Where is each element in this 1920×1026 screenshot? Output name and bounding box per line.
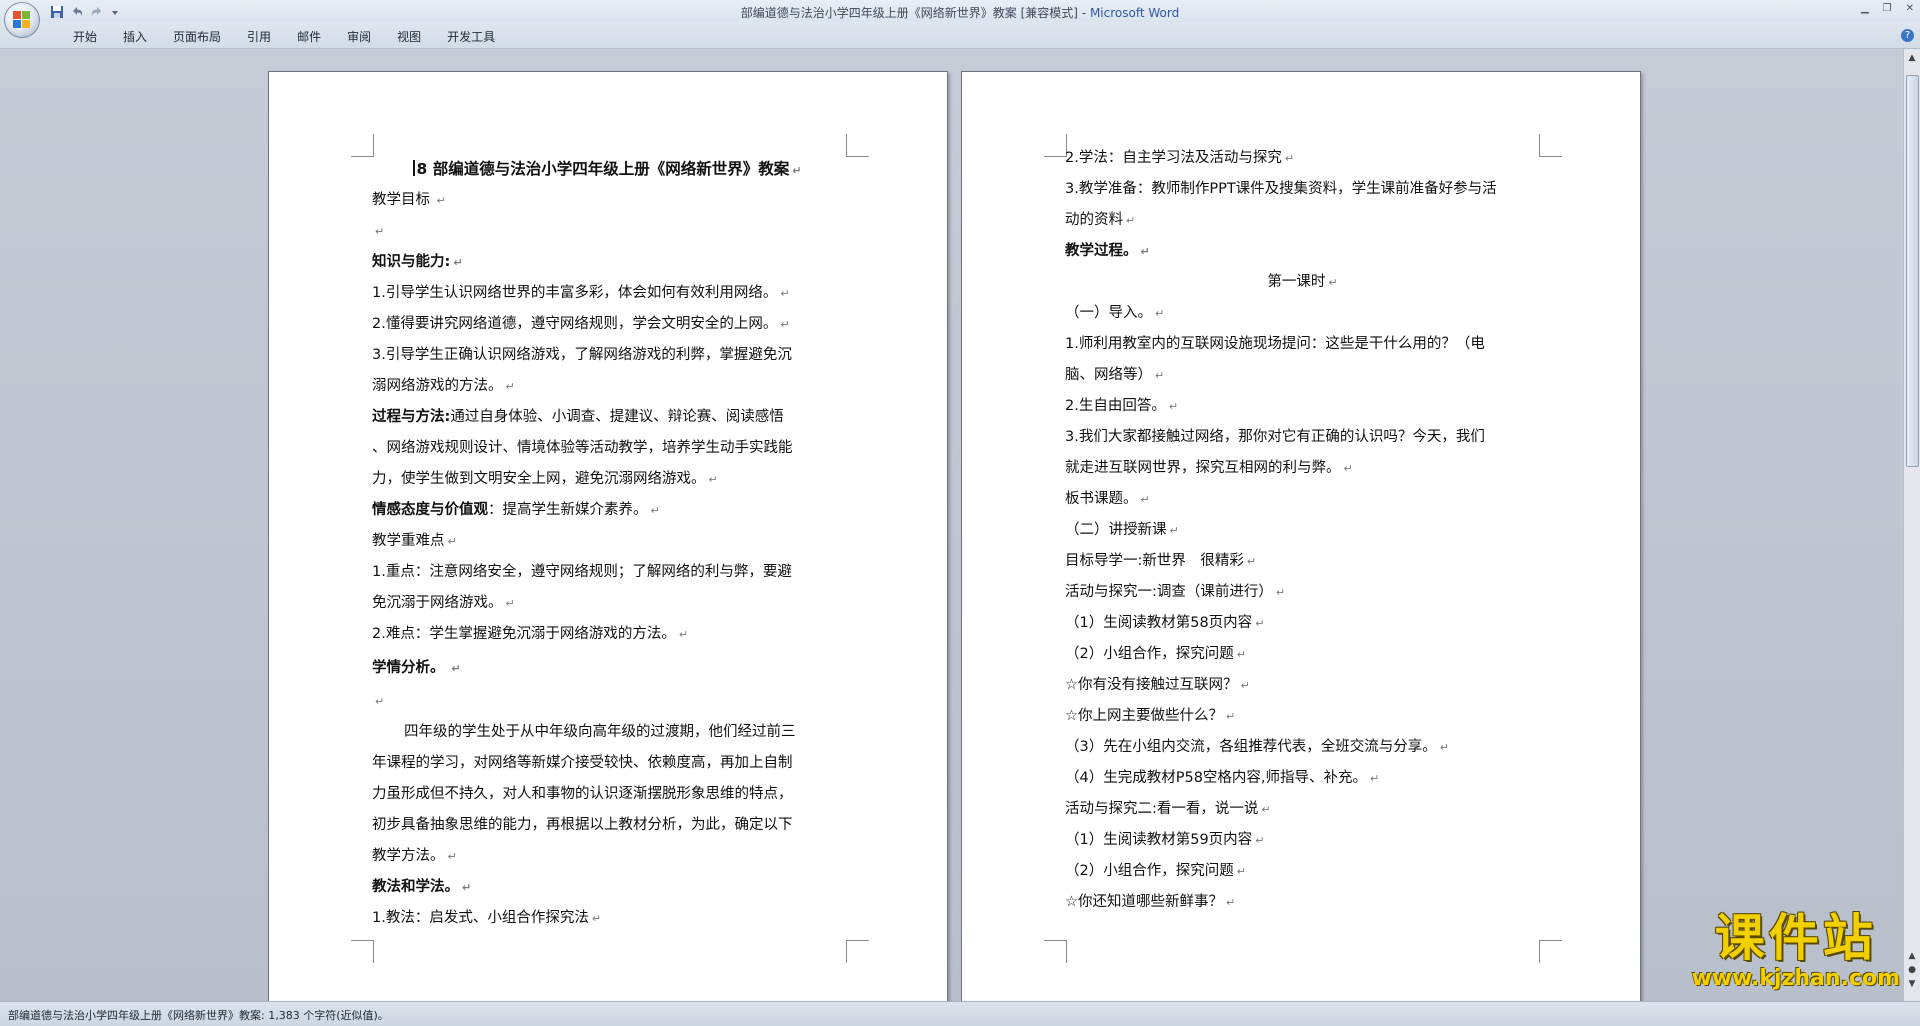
- paragraph: 四年级的学生处于从中年级向高年级的过渡期，他们经过前三: [404, 724, 796, 740]
- paragraph: （二）讲授新课 ↵: [1065, 522, 1179, 538]
- crop-mark: [1044, 940, 1067, 963]
- paragraph: 教学重难点 ↵: [372, 533, 457, 549]
- window-title-sep: -: [1077, 6, 1090, 20]
- paragraph: 活动与探究一:调查（课前进行） ↵: [1065, 584, 1286, 600]
- page-1-content: 8 部编道德与法治小学四年级上册《网络新世界》教案 ↵ 教学目标 ↵ ↵ 知识与能…: [372, 154, 842, 934]
- paragraph: （4）生完成教材P58空格内容,师指导、补充。 ↵: [1065, 770, 1380, 786]
- paragraph: 知识与能力: ↵: [372, 254, 463, 270]
- restore-icon[interactable]: ❐: [1883, 3, 1892, 14]
- office-logo-icon: [13, 11, 31, 29]
- tab-page-layout[interactable]: 页面布局: [160, 28, 234, 45]
- paragraph: 教学方法。 ↵: [372, 848, 457, 864]
- title-number: 8: [416, 160, 428, 178]
- tab-developer[interactable]: 开发工具: [434, 28, 508, 45]
- paragraph: 3.引导学生正确认识网络游戏，了解网络游戏的利弊，掌握避免沉: [372, 347, 792, 363]
- crop-mark: [351, 134, 374, 157]
- office-button[interactable]: [4, 2, 40, 38]
- help-icon[interactable]: ?: [1901, 29, 1914, 42]
- watermark-url: www.kjzhan.com: [1691, 966, 1900, 991]
- paragraph: （2）小组合作，探究问题 ↵: [1065, 863, 1246, 879]
- paragraph: 活动与探究二:看一看，说一说 ↵: [1065, 801, 1271, 817]
- tab-view[interactable]: 视图: [384, 28, 434, 45]
- crop-mark: [1539, 134, 1562, 157]
- paragraph: 2.懂得要讲究网络道德，遵守网络规则，学会文明安全的上网。 ↵: [372, 316, 790, 332]
- paragraph: 教学目标 ↵: [372, 192, 446, 208]
- paragraph: 溺网络游戏的方法。 ↵: [372, 378, 515, 394]
- paragraph: 1.师利用教室内的互联网设施现场提问：这些是干什么用的？（电: [1065, 336, 1485, 352]
- status-text: 部编道德与法治小学四年级上册《网络新世界》教案: 1,383 个字符(近似值)。: [8, 1009, 389, 1022]
- paragraph: ↵: [375, 695, 385, 708]
- paragraph: 3.教学准备：教师制作PPT课件及搜集资料，学生课前准备好参与活: [1065, 181, 1497, 197]
- tab-references[interactable]: 引用: [234, 28, 284, 45]
- paragraph: 1.重点：注意网络安全，遵守网络规则；了解网络的利与弊，要避: [372, 564, 792, 580]
- paragraph: 3.我们大家都接触过网络，那你对它有正确的认识吗？今天，我们: [1065, 429, 1485, 445]
- paragraph: 板书课题。 ↵: [1065, 491, 1150, 507]
- paragraph: （3）先在小组内交流，各组推荐代表，全班交流与分享。 ↵: [1065, 739, 1449, 755]
- crop-mark: [1539, 940, 1562, 963]
- paragraph: 免沉溺于网络游戏。 ↵: [372, 595, 515, 611]
- paragraph: （1）生阅读教材第59页内容 ↵: [1065, 832, 1265, 848]
- vertical-scrollbar[interactable]: ▲ ▲ ● ▼: [1903, 49, 1920, 1001]
- paragraph: 、网络游戏规则设计、情境体验等活动教学，培养学生动手实践能: [372, 440, 793, 456]
- paragraph: ☆你上网主要做些什么？ ↵: [1065, 708, 1236, 724]
- window-controls: ▁ ❐ ✕: [1861, 3, 1914, 14]
- scroll-up-icon[interactable]: ▲: [1907, 53, 1917, 63]
- document-page-1[interactable]: 8 部编道德与法治小学四年级上册《网络新世界》教案 ↵ 教学目标 ↵ ↵ 知识与能…: [268, 71, 948, 1001]
- paragraph: ☆你还知道哪些新鲜事？ ↵: [1065, 894, 1236, 910]
- crop-mark: [846, 940, 869, 963]
- paragraph: 就走进互联网世界，探究互相网的利与弊。 ↵: [1065, 460, 1353, 476]
- paragraph: 2.难点：学生掌握避免沉溺于网络游戏的方法。 ↵: [372, 626, 689, 642]
- watermark-title: 课件站: [1714, 909, 1877, 967]
- crop-mark: [351, 940, 374, 963]
- tab-mailings[interactable]: 邮件: [284, 28, 334, 45]
- paragraph: （2）小组合作，探究问题 ↵: [1065, 646, 1246, 662]
- paragraph: 1.引导学生认识网络世界的丰富多彩，体会如何有效利用网络。 ↵: [372, 285, 790, 301]
- minimize-icon[interactable]: ▁: [1861, 3, 1869, 14]
- watermark: 课件站 www.kjzhan.com: [1691, 910, 1900, 991]
- paragraph: 1.教法：启发式、小组合作探究法 ↵: [372, 910, 602, 926]
- paragraph: 2.生自由回答。 ↵: [1065, 398, 1179, 414]
- status-bar: 部编道德与法治小学四年级上册《网络新世界》教案: 1,383 个字符(近似值)。: [0, 1001, 1920, 1026]
- paragraph: 初步具备抽象思维的能力，再根据以上教材分析，为此，确定以下: [372, 817, 793, 833]
- paragraph: 教法和学法。 ↵: [372, 879, 472, 895]
- paragraph: 第一课时 ↵: [1267, 274, 1338, 290]
- window-title: 部编道德与法治小学四年级上册《网络新世界》教案 [兼容模式] - Microso…: [0, 4, 1920, 21]
- paragraph: （一）导入。 ↵: [1065, 305, 1165, 321]
- window-title-doc: 部编道德与法治小学四年级上册《网络新世界》教案 [兼容模式]: [740, 6, 1078, 20]
- document-page-2[interactable]: 2.学法：自主学习法及活动与探究 ↵ 3.教学准备：教师制作PPT课件及搜集资料，…: [961, 71, 1641, 1001]
- paragraph: ☆你有没有接触过互联网？ ↵: [1065, 677, 1250, 693]
- ribbon-tabs-bar: 开始 插入 页面布局 引用 邮件 审阅 视图 开发工具 ?: [0, 22, 1920, 49]
- paragraph: 情感态度与价值观：提高学生新媒介素养。 ↵: [372, 502, 660, 518]
- browse-object-icon[interactable]: ●: [1907, 965, 1917, 975]
- paragraph: 目标导学一:新世界 很精彩 ↵: [1065, 553, 1257, 569]
- paragraph: 力虽形成但不持久，对人和事物的认识逐渐摆脱形象思维的特点，: [372, 786, 793, 802]
- tab-home[interactable]: 开始: [60, 28, 110, 45]
- tab-review[interactable]: 审阅: [334, 28, 384, 45]
- paragraph: 学情分析。 ↵: [372, 660, 461, 676]
- paragraph: 教学过程。 ↵: [1065, 243, 1150, 259]
- crop-mark: [846, 134, 869, 157]
- scrollbar-thumb[interactable]: [1906, 75, 1919, 467]
- crop-mark: [1044, 134, 1067, 157]
- text-cursor: [412, 160, 415, 176]
- previous-page-icon[interactable]: ▲: [1907, 951, 1917, 961]
- document-title: 8 部编道德与法治小学四年级上册《网络新世界》教案 ↵: [372, 154, 842, 185]
- paragraph: （1）生阅读教材第58页内容 ↵: [1065, 615, 1265, 631]
- paragraph: 2.学法：自主学习法及活动与探究 ↵: [1065, 150, 1295, 166]
- paragraph: 动的资料 ↵: [1065, 212, 1136, 228]
- close-icon[interactable]: ✕: [1906, 3, 1914, 14]
- next-page-icon[interactable]: ▼: [1907, 979, 1917, 989]
- document-area: 8 部编道德与法治小学四年级上册《网络新世界》教案 ↵ 教学目标 ↵ ↵ 知识与能…: [0, 49, 1904, 1001]
- paragraph: 力，使学生做到文明安全上网，避免沉溺网络游戏。 ↵: [372, 471, 718, 487]
- tab-insert[interactable]: 插入: [110, 28, 160, 45]
- paragraph: ↵: [375, 225, 385, 238]
- paragraph: 年课程的学习，对网络等新媒介接受较快、依赖度高，再加上自制: [372, 755, 793, 771]
- title-bar: 部编道德与法治小学四年级上册《网络新世界》教案 [兼容模式] - Microso…: [0, 0, 1920, 38]
- ribbon-tabs: 开始 插入 页面布局 引用 邮件 审阅 视图 开发工具: [60, 28, 508, 45]
- paragraph: 过程与方法:通过自身体验、小调查、提建议、辩论赛、阅读感悟: [372, 409, 784, 425]
- title-text: 部编道德与法治小学四年级上册《网络新世界》教案: [432, 160, 790, 178]
- window-title-app: Microsoft Word: [1089, 6, 1180, 20]
- paragraph: 脑、网络等） ↵: [1065, 367, 1165, 383]
- page-2-content: 2.学法：自主学习法及活动与探究 ↵ 3.教学准备：教师制作PPT课件及搜集资料，…: [1065, 143, 1540, 918]
